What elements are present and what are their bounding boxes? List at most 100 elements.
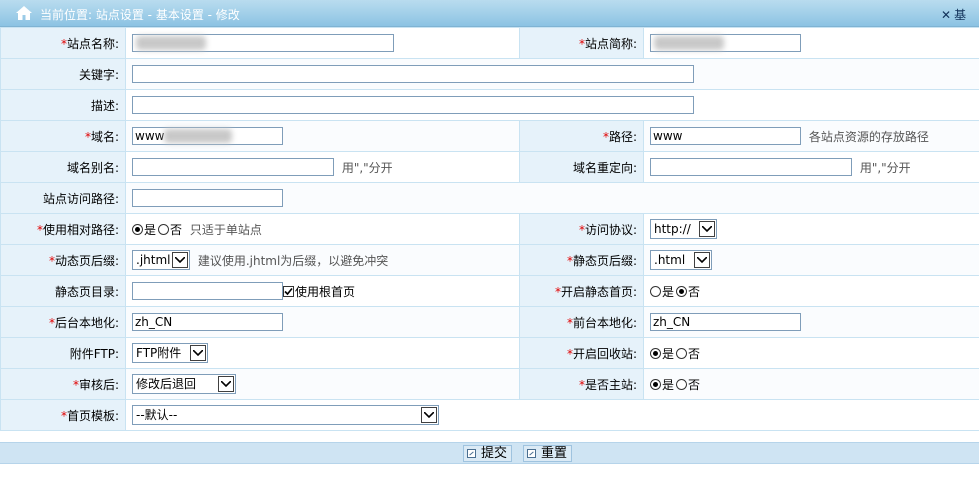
domain-alias-hint: 用","分开 (341, 160, 393, 175)
domain-alias-label: 域名别名: (0, 151, 126, 183)
main-site-no-label: 否 (688, 377, 701, 392)
front-locale-input[interactable] (650, 313, 801, 331)
redacted-site-name (136, 36, 206, 50)
index-template-label: *首页模板: (0, 399, 126, 431)
wrench-icon: ✕ (941, 8, 952, 22)
static-index-yes-radio[interactable] (650, 285, 661, 297)
domain-redirect-hint: 用","分开 (859, 160, 911, 175)
static-suffix-select[interactable]: .html (650, 250, 712, 270)
tools-label: 基 (954, 8, 967, 22)
chevron-down-icon (421, 407, 437, 423)
domain-redirect-input[interactable] (650, 158, 852, 176)
relative-path-hint: 只适于单站点 (189, 222, 262, 237)
row-after-audit: *审核后: 修改后退回 *是否主站: 是否 (0, 368, 979, 400)
dynamic-suffix-hint: 建议使用.jhtml为后缀，以避免冲突 (197, 253, 389, 268)
use-root-index-label: 使用根首页 (295, 284, 356, 299)
keywords-label: 关键字: (0, 58, 126, 90)
static-suffix-value: .html (654, 253, 686, 267)
dynamic-suffix-value: .jhtml (136, 253, 171, 267)
description-label: 描述: (0, 89, 126, 121)
location-text: 当前位置: 站点设置 - 基本设置 - 修改 (40, 8, 240, 22)
site-name-label: *站点名称: (0, 27, 126, 59)
chevron-down-icon (172, 252, 188, 268)
row-description: 描述: (0, 89, 979, 121)
redacted-site-short (654, 36, 724, 50)
path-input[interactable] (650, 127, 801, 145)
relative-path-no-radio[interactable] (158, 223, 170, 235)
edit-icon (527, 449, 536, 458)
index-template-value: --默认-- (136, 408, 178, 422)
domain-label: *域名: (0, 120, 126, 152)
relative-path-no-label: 否 (170, 222, 183, 237)
row-site-name: *站点名称: *站点简称: (0, 27, 979, 59)
after-audit-label: *审核后: (0, 368, 126, 400)
index-template-select[interactable]: --默认-- (132, 405, 439, 425)
main-site-label: *是否主站: (519, 368, 644, 400)
recycle-no-radio[interactable] (676, 347, 688, 359)
dynamic-suffix-label: *动态页后缀: (0, 244, 126, 276)
chevron-down-icon (699, 221, 715, 237)
static-index-no-label: 否 (688, 284, 701, 299)
recycle-no-label: 否 (688, 346, 701, 361)
redacted-domain (164, 129, 232, 143)
ftp-select[interactable]: FTP附件 (132, 343, 208, 363)
after-audit-value: 修改后退回 (136, 377, 197, 391)
static-index-yes-label: 是 (662, 284, 675, 299)
protocol-select[interactable]: http:// (650, 219, 717, 239)
admin-locale-label: *后台本地化: (0, 306, 126, 338)
admin-locale-input[interactable] (132, 313, 283, 331)
keywords-input[interactable] (132, 65, 694, 83)
description-input[interactable] (132, 96, 694, 114)
after-audit-select[interactable]: 修改后退回 (132, 374, 236, 394)
ftp-value: FTP附件 (136, 346, 182, 360)
use-root-index-checkbox[interactable] (283, 285, 294, 297)
location-bar: 当前位置: 站点设置 - 基本设置 - 修改 ✕ 基 (0, 0, 979, 27)
static-dir-label: 静态页目录: (0, 275, 126, 307)
main-site-yes-label: 是 (662, 377, 675, 392)
front-locale-label: *前台本地化: (519, 306, 644, 338)
recycle-label: *开启回收站: (519, 337, 644, 369)
protocol-label: *访问协议: (519, 213, 644, 245)
row-static-dir: 静态页目录: 使用根首页 *开启静态首页: 是否 (0, 275, 979, 307)
site-settings-form: *站点名称: *站点简称: 关键字: 描述: *域名: *路径: 各站点资源的存… (0, 27, 979, 431)
relative-path-yes-radio[interactable] (132, 223, 143, 235)
row-keywords: 关键字: (0, 58, 979, 90)
reset-button[interactable]: 重置 (523, 445, 573, 462)
static-dir-input[interactable] (132, 282, 283, 300)
row-dynamic-suffix: *动态页后缀: .jhtml 建议使用.jhtml为后缀，以避免冲突 *静态页后… (0, 244, 979, 276)
checkmark-icon (284, 287, 293, 295)
row-domain-alias: 域名别名: 用","分开 域名重定向: 用","分开 (0, 151, 979, 183)
static-suffix-label: *静态页后缀: (519, 244, 644, 276)
chevron-down-icon (190, 345, 206, 361)
row-domain: *域名: *路径: 各站点资源的存放路径 (0, 120, 979, 152)
site-short-label: *站点简称: (519, 27, 644, 59)
submit-button[interactable]: 提交 (463, 445, 513, 462)
recycle-yes-label: 是 (662, 346, 675, 361)
dynamic-suffix-select[interactable]: .jhtml (132, 250, 190, 270)
home-icon[interactable] (15, 4, 33, 22)
access-path-label: 站点访问路径: (0, 182, 126, 214)
path-hint: 各站点资源的存放路径 (808, 129, 929, 144)
row-access-path: 站点访问路径: (0, 182, 979, 214)
path-label: *路径: (519, 120, 644, 152)
recycle-yes-radio[interactable] (650, 347, 661, 359)
main-site-yes-radio[interactable] (650, 378, 661, 390)
row-relative-path: *使用相对路径: 是否 只适于单站点 *访问协议: http:// (0, 213, 979, 245)
access-path-input[interactable] (132, 189, 283, 207)
relative-path-yes-label: 是 (144, 222, 157, 237)
static-index-label: *开启静态首页: (519, 275, 644, 307)
edit-icon (467, 449, 476, 458)
chevron-down-icon (218, 376, 234, 392)
main-site-no-radio[interactable] (676, 378, 688, 390)
domain-redirect-label: 域名重定向: (519, 151, 644, 183)
static-index-no-radio[interactable] (676, 285, 688, 297)
domain-alias-input[interactable] (132, 158, 334, 176)
chevron-down-icon (694, 252, 710, 268)
row-ftp: 附件FTP: FTP附件 *开启回收站: 是否 (0, 337, 979, 369)
row-index-template: *首页模板: --默认-- (0, 399, 979, 431)
form-actions: 提交 重置 (0, 442, 979, 464)
tools-button[interactable]: ✕ 基 (941, 6, 979, 23)
relative-path-label: *使用相对路径: (0, 213, 126, 245)
protocol-value: http:// (654, 222, 691, 236)
ftp-label: 附件FTP: (0, 337, 126, 369)
